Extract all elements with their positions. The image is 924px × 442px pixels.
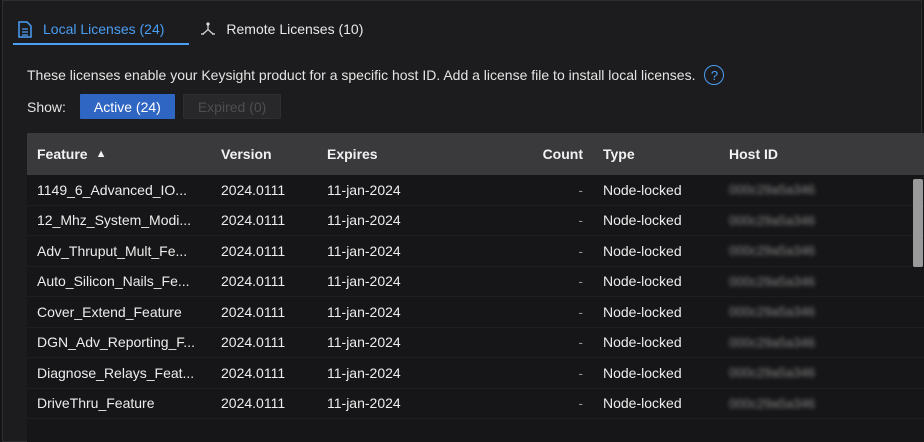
hostid-cell: 000c29a5a346 — [729, 395, 816, 411]
feature-cell: Diagnose_Relays_Feat... — [37, 364, 195, 381]
expires-cell: 11-jan-2024 — [327, 364, 401, 381]
show-label: Show: — [27, 98, 66, 115]
table-body: 1149_6_Advanced_IO... 2024.0111 11-jan-2… — [27, 175, 924, 442]
version-cell: 2024.0111 — [221, 212, 286, 229]
feature-cell: Auto_Silicon_Nails_Fe... — [37, 273, 190, 290]
count-cell: - — [578, 212, 583, 229]
table-row[interactable]: Cover_Extend_Feature 2024.0111 11-jan-20… — [27, 297, 924, 328]
licenses-description: These licenses enable your Keysight prod… — [27, 65, 725, 85]
expires-cell: 11-jan-2024 — [327, 242, 401, 259]
expires-cell: 11-jan-2024 — [327, 273, 401, 290]
count-cell: - — [578, 303, 583, 320]
feature-cell: Cover_Extend_Feature — [37, 303, 182, 320]
type-cell: Node-locked — [603, 273, 682, 290]
filter-bar: Show: Active (24) Expired (0) — [27, 94, 289, 119]
description-text: These licenses enable your Keysight prod… — [27, 67, 696, 83]
table-row[interactable]: Diagnose_Relays_Feat... 2024.0111 11-jan… — [27, 358, 924, 389]
network-icon — [200, 20, 216, 38]
table-row[interactable]: 12_Mhz_System_Modi... 2024.0111 11-jan-2… — [27, 206, 924, 236]
version-cell: 2024.0111 — [221, 395, 286, 412]
type-cell: Node-locked — [603, 364, 682, 381]
vertical-scrollbar[interactable] — [913, 179, 923, 442]
type-cell: Node-locked — [603, 212, 682, 229]
feature-header-label: Feature — [37, 146, 88, 162]
tab-remote-licenses[interactable]: Remote Licenses (10) — [196, 15, 367, 43]
expires-cell: 11-jan-2024 — [327, 303, 401, 320]
scrollbar-thumb[interactable] — [913, 179, 923, 267]
table-row[interactable]: DGN_Adv_Reporting_F... 2024.0111 11-jan-… — [27, 328, 924, 358]
version-cell: 2024.0111 — [221, 273, 286, 290]
document-icon — [17, 20, 33, 38]
table-header: Feature ▲ Version Expires Count Type Hos… — [27, 133, 924, 175]
feature-cell: 1149_6_Advanced_IO... — [37, 181, 187, 198]
type-cell: Node-locked — [603, 242, 682, 259]
licenses-panel: Local Licenses (24) Remote Licenses (10)… — [2, 0, 924, 442]
hostid-cell: 000c29a5a346 — [729, 304, 816, 320]
tab-local-licenses-label: Local Licenses (24) — [43, 21, 165, 37]
expires-cell: 11-jan-2024 — [327, 181, 401, 198]
version-cell: 2024.0111 — [221, 364, 286, 381]
expires-cell: 11-jan-2024 — [327, 395, 401, 412]
licenses-table: Feature ▲ Version Expires Count Type Hos… — [27, 133, 924, 442]
count-cell: - — [578, 334, 583, 351]
version-cell: 2024.0111 — [221, 303, 286, 320]
help-icon[interactable]: ? — [704, 65, 725, 85]
column-header-type[interactable]: Type — [593, 146, 719, 162]
expires-cell: 11-jan-2024 — [327, 212, 401, 229]
version-cell: 2024.0111 — [221, 181, 286, 198]
table-row[interactable]: Adv_Thruput_Mult_Fe... 2024.0111 11-jan-… — [27, 236, 924, 267]
count-cell: - — [578, 181, 583, 198]
column-header-feature[interactable]: Feature ▲ — [27, 146, 211, 162]
sort-ascending-icon: ▲ — [95, 148, 107, 160]
hostid-cell: 000c29a5a346 — [729, 365, 816, 381]
feature-cell: 12_Mhz_System_Modi... — [37, 212, 192, 229]
tab-local-licenses[interactable]: Local Licenses (24) — [13, 15, 168, 43]
feature-cell: Adv_Thruput_Mult_Fe... — [37, 242, 188, 259]
count-cell: - — [578, 395, 583, 412]
expires-cell: 11-jan-2024 — [327, 334, 401, 351]
hostid-cell: 000c29a5a346 — [729, 212, 816, 228]
count-cell: - — [578, 364, 583, 381]
table-row[interactable]: 1149_6_Advanced_IO... 2024.0111 11-jan-2… — [27, 175, 924, 206]
count-cell: - — [578, 273, 583, 290]
hostid-cell: 000c29a5a346 — [729, 182, 816, 198]
type-cell: Node-locked — [603, 303, 682, 320]
table-row[interactable]: Auto_Silicon_Nails_Fe... 2024.0111 11-ja… — [27, 267, 924, 297]
hostid-cell: 000c29a5a346 — [729, 273, 816, 289]
column-header-hostid[interactable]: Host ID — [719, 146, 919, 162]
tab-remote-licenses-label: Remote Licenses (10) — [226, 21, 364, 37]
active-filter-button[interactable]: Active (24) — [79, 94, 175, 119]
expired-filter-button[interactable]: Expired (0) — [182, 94, 282, 119]
column-header-expires[interactable]: Expires — [317, 146, 529, 162]
type-cell: Node-locked — [603, 334, 682, 351]
hostid-cell: 000c29a5a346 — [729, 334, 816, 350]
version-cell: 2024.0111 — [221, 334, 286, 351]
hostid-cell: 000c29a5a346 — [729, 243, 816, 259]
active-tab-indicator — [13, 43, 189, 45]
table-row[interactable]: DriveThru_Feature 2024.0111 11-jan-2024 … — [27, 389, 924, 419]
column-header-count[interactable]: Count — [529, 146, 593, 162]
type-cell: Node-locked — [603, 395, 682, 412]
version-cell: 2024.0111 — [221, 242, 286, 259]
column-header-version[interactable]: Version — [211, 146, 317, 162]
feature-cell: DGN_Adv_Reporting_F... — [37, 334, 195, 351]
count-cell: - — [578, 242, 583, 259]
feature-cell: DriveThru_Feature — [37, 395, 155, 412]
type-cell: Node-locked — [603, 181, 682, 198]
